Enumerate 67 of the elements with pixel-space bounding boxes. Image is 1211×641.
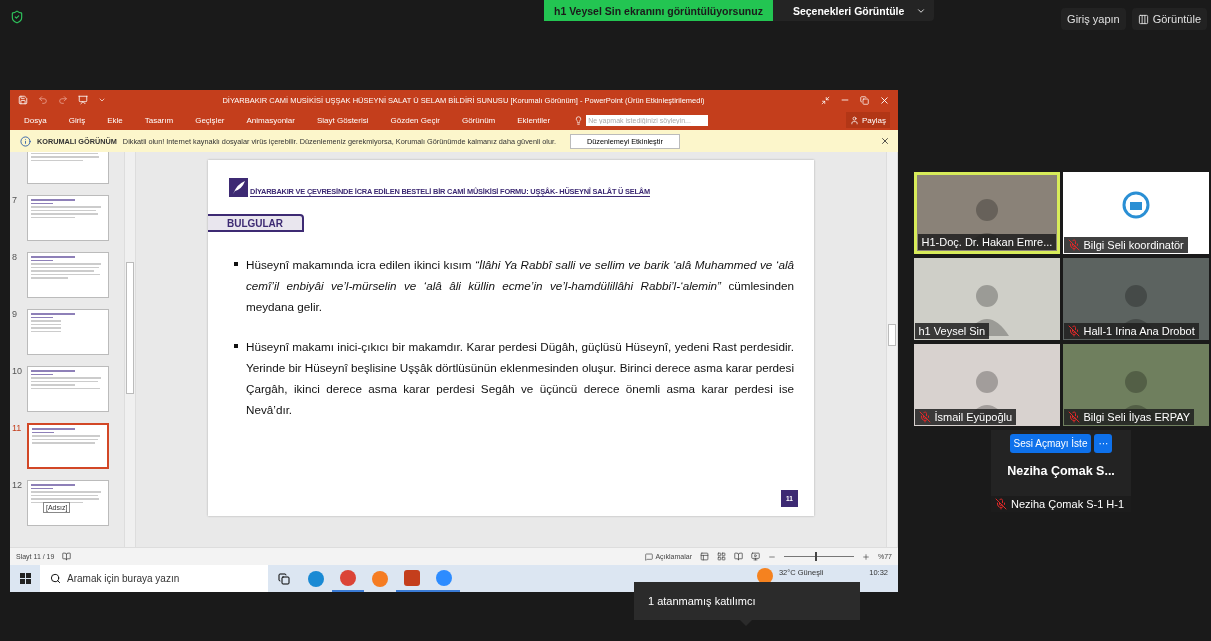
lightbulb-icon <box>574 115 584 125</box>
ribbon-tab[interactable]: Görünüm <box>455 115 502 125</box>
slide-number: 9 <box>12 309 17 319</box>
restore-icon[interactable] <box>860 95 869 105</box>
participant-name: Neziha Çomak S-1 H-1 <box>991 496 1131 512</box>
bullet-text: Hüseynî makamında icra edilen ikinci kısım “İlâhi Ya Rabbî salli ve sellim ve barik ‘alâ Muhammed ve ‘alâ cemî’il enbiyâi ve’l-mürselin ve ‘alâ âli küllin ecme’in ve’l-hamdülillâhi Rabbi’l-‘alemin” cümlesinden meydana gelir. <box>246 257 794 315</box>
ribbon-tab[interactable]: Tasarım <box>138 115 180 125</box>
ribbon-tab[interactable]: Animasyonlar <box>240 115 301 125</box>
ribbon-tab[interactable]: Giriş <box>62 115 92 125</box>
more-button[interactable]: ··· <box>1094 434 1113 453</box>
slide-sorter-icon[interactable] <box>717 552 726 561</box>
close-icon[interactable] <box>879 94 890 106</box>
bullet-text: Hüseynî makamı inici-çıkıcı bir makamdır. Karar perdesi Dügâh, güçlüsü Hüseynî, yedeni Rast perdesidir. Yerinde bir Hüseynî beşlisine Uşşâk dörtlüsünün eklenmesinden oluşur. Birinci derece asma karar perdesi Çargâh, ikinci derece asma karar perdesi Segâh ve üçüncü derece önemli asma karar perdesi ise Nevâ’dır. <box>246 339 794 418</box>
undo-icon[interactable] <box>38 95 48 105</box>
section-heading: BULGULAR <box>208 214 304 232</box>
scrollbar[interactable] <box>886 152 898 547</box>
view-button[interactable]: Görüntüle <box>1131 8 1207 30</box>
participant-name: h1 Veysel Sin <box>914 323 990 339</box>
ribbon-tab[interactable]: Eklentiler <box>511 115 557 125</box>
ribbon-tab[interactable]: Ekle <box>101 115 129 125</box>
slide-number: 11 <box>12 423 22 433</box>
close-icon[interactable] <box>880 136 890 146</box>
restore-ribbon-icon[interactable] <box>821 95 830 105</box>
comment-icon <box>645 552 654 561</box>
participant-title: Neziha Çomak S... <box>1007 464 1115 478</box>
redo-icon[interactable] <box>58 95 68 105</box>
slide-thumbnail[interactable] <box>27 195 109 241</box>
share-button[interactable]: Paylaş <box>846 112 890 128</box>
slide-number: 8 <box>12 252 17 262</box>
zoom-in-icon[interactable] <box>862 552 870 561</box>
dropdown-icon[interactable] <box>98 96 106 104</box>
grid-view-icon <box>1137 13 1149 25</box>
view-options-button[interactable]: Seçenekleri Görüntüle <box>772 0 935 21</box>
slide-thumbnail[interactable] <box>27 423 109 469</box>
ribbon-tab[interactable]: Gözden Geçir <box>384 115 446 125</box>
normal-view-icon[interactable] <box>700 552 709 561</box>
participant-name: İsmail Eyüpoğlu <box>914 409 1017 425</box>
slide-number: 7 <box>12 195 17 205</box>
present-icon[interactable] <box>78 95 88 105</box>
shield-icon <box>10 10 24 24</box>
slideshow-icon[interactable] <box>751 552 760 561</box>
participant-name: Bilgi Seli koordinatör <box>1063 237 1188 253</box>
reading-view-icon[interactable] <box>734 552 743 561</box>
ribbon-tab[interactable]: Geçişler <box>189 115 231 125</box>
ribbon-tab[interactable]: Slayt Gösterisi <box>310 115 375 125</box>
participant-name: Hall-1 Irina Ana Drobot <box>1063 323 1199 339</box>
slide-number: 12 <box>12 480 22 490</box>
scrollbar[interactable] <box>124 152 136 547</box>
bullet-icon <box>234 262 238 266</box>
slide-thumbnail[interactable] <box>27 366 109 412</box>
slide-thumbnail[interactable] <box>27 309 109 355</box>
bullet-icon <box>234 344 238 348</box>
ask-to-unmute-button[interactable]: Sesi Açmayı İste <box>1009 434 1092 453</box>
slide-thumbnail[interactable] <box>27 252 109 298</box>
info-icon <box>20 135 31 147</box>
notes-icon <box>62 552 72 561</box>
quill-icon <box>229 178 248 197</box>
share-banner: h1 Veysel Sin ekranını görüntülüyorsunuz <box>544 0 773 21</box>
ribbon-tab[interactable]: Dosya <box>18 115 53 125</box>
sign-in-button[interactable]: Giriş yapın <box>1061 8 1126 30</box>
save-icon[interactable] <box>18 95 28 105</box>
tooltip: 1 atanmamış katılımcı <box>634 582 860 620</box>
participant-name: H1-Doç. Dr. Hakan Emre... <box>917 234 1057 250</box>
slide-number: 10 <box>12 366 22 376</box>
search-field[interactable]: Aramak için buraya yazın <box>40 565 268 592</box>
person-icon <box>850 115 859 125</box>
participant-name: Bilgi Seli İlyas ERPAY <box>1063 409 1195 425</box>
